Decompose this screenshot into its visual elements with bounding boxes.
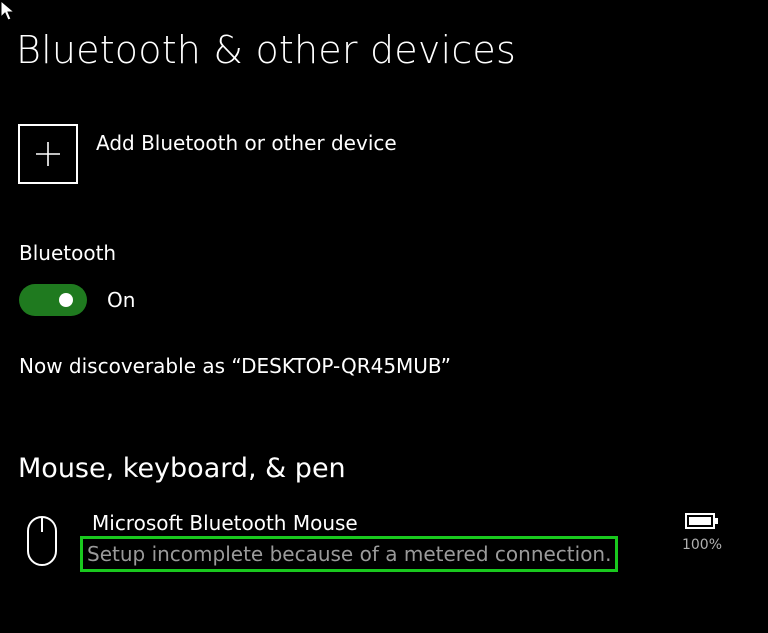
toggle-knob <box>59 293 73 307</box>
section-heading-mouse-keyboard-pen: Mouse, keyboard, & pen <box>18 453 346 484</box>
add-device-label[interactable]: Add Bluetooth or other device <box>96 130 397 156</box>
bluetooth-toggle[interactable] <box>19 284 87 316</box>
bluetooth-toggle-state: On <box>107 288 136 312</box>
bluetooth-label: Bluetooth <box>19 241 117 265</box>
plus-icon <box>36 142 60 166</box>
bluetooth-settings-page: Bluetooth & other devices Add Bluetooth … <box>0 0 768 633</box>
mouse-pointer-icon <box>0 0 16 21</box>
discoverable-text: Now discoverable as “DESKTOP-QR45MUB” <box>19 354 451 378</box>
battery-indicator: 100% <box>677 512 727 554</box>
battery-percentage: 100% <box>681 537 723 553</box>
device-name: Microsoft Bluetooth Mouse <box>92 511 358 535</box>
device-item-microsoft-bluetooth-mouse[interactable]: Microsoft Bluetooth Mouse Setup incomple… <box>24 508 744 588</box>
add-device-button[interactable]: Add Bluetooth or other device <box>18 124 397 184</box>
add-device-tile[interactable] <box>18 124 78 184</box>
battery-full-icon <box>685 513 718 529</box>
page-title: Bluetooth & other devices <box>16 28 517 72</box>
device-status: Setup incomplete because of a metered co… <box>80 536 619 572</box>
mouse-icon <box>27 516 57 566</box>
bluetooth-toggle-row: On <box>19 284 135 316</box>
